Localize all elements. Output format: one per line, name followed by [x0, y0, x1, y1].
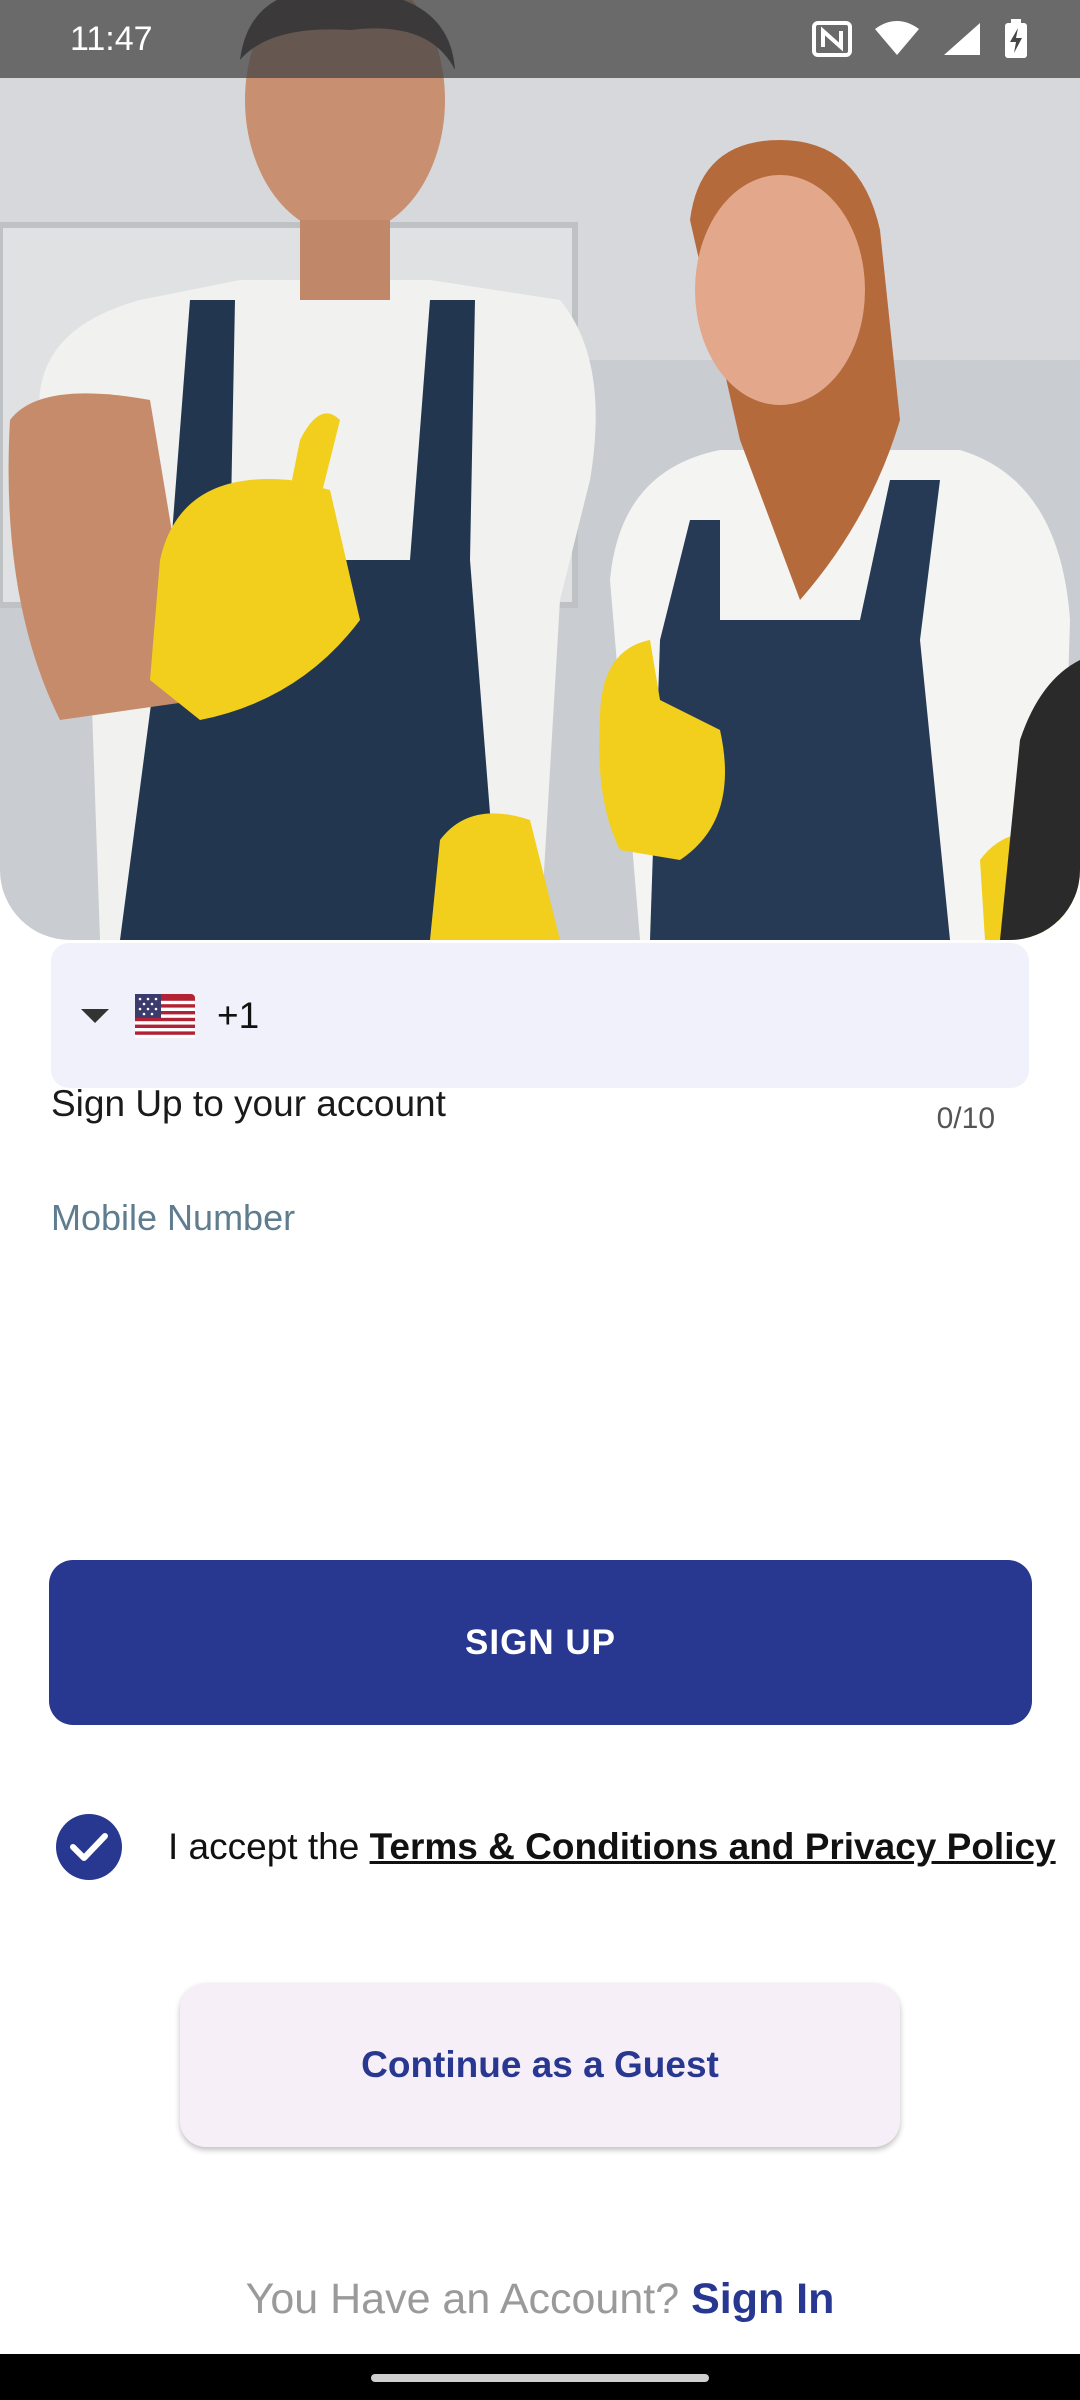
- hero-photo: [0, 0, 1080, 940]
- hero-illustration: [0, 0, 1080, 940]
- guest-button-label: Continue as a Guest: [361, 2044, 719, 2085]
- signup-heading: Sign Up to your account: [51, 1083, 446, 1124]
- home-gesture-handle[interactable]: [371, 2374, 709, 2382]
- mobile-number-label[interactable]: Mobile Number: [51, 1197, 295, 1239]
- character-counter: 0/10: [936, 1102, 995, 1135]
- status-bar: 11:47: [0, 0, 1080, 78]
- terms-checkbox[interactable]: [56, 1814, 122, 1880]
- navigation-bar: [0, 2354, 1080, 2400]
- signup-button-label: SIGN UP: [465, 1622, 616, 1662]
- dial-code[interactable]: +1: [217, 995, 259, 1037]
- us-flag-icon[interactable]: [135, 993, 195, 1038]
- status-time: 11:47: [70, 19, 153, 58]
- signup-button[interactable]: SIGN UP: [49, 1560, 1032, 1725]
- battery-charging-icon: [1005, 19, 1027, 58]
- caret-down-icon[interactable]: [81, 1008, 109, 1023]
- signin-row: You Have an Account? Sign In: [0, 2275, 1080, 2324]
- signin-prompt: You Have an Account?: [245, 2275, 692, 2323]
- wifi-icon: [875, 21, 919, 55]
- signal-icon: [944, 23, 980, 55]
- signin-link[interactable]: Sign In: [691, 2275, 834, 2323]
- terms-prefix: I accept the: [168, 1826, 370, 1867]
- terms-row: I accept the Terms & Conditions and Priv…: [56, 1814, 1056, 1880]
- check-icon: [70, 1833, 108, 1861]
- nfc-icon: [812, 21, 852, 57]
- status-icons: [812, 19, 1028, 59]
- phone-number-field[interactable]: +1: [51, 943, 1029, 1088]
- terms-text: I accept the Terms & Conditions and Priv…: [168, 1826, 1056, 1868]
- continue-as-guest-button[interactable]: Continue as a Guest: [180, 1983, 900, 2147]
- terms-link[interactable]: Terms & Conditions and Privacy Policy: [370, 1826, 1056, 1867]
